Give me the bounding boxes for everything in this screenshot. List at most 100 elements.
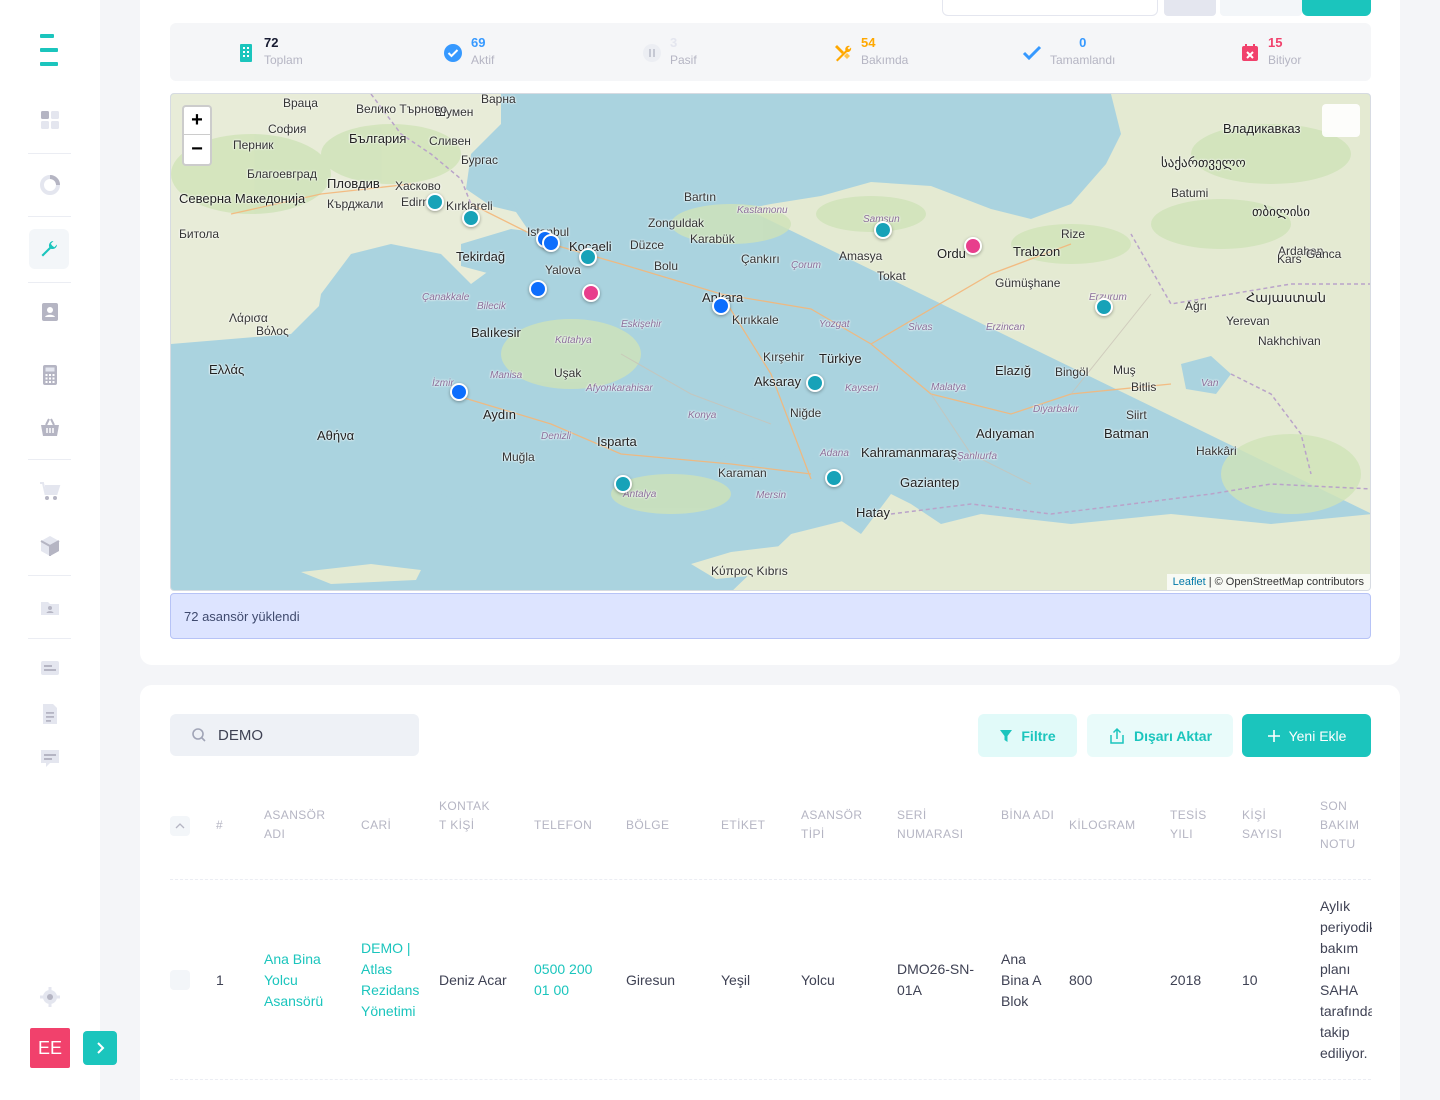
map-label: Перник [233, 138, 274, 152]
document-icon[interactable] [32, 696, 68, 732]
elevator-marker[interactable] [462, 209, 480, 227]
column-header[interactable]: TESİS YILI [1170, 806, 1225, 844]
building-icon [240, 44, 252, 62]
cell-region: Giresun [626, 971, 676, 988]
map-label: Rize [1061, 227, 1086, 241]
map-label: Afyonkarahisar [586, 383, 653, 394]
top-action-button[interactable] [1302, 0, 1371, 16]
search-box[interactable]: DEMO [170, 714, 419, 756]
map-label: Konya [688, 410, 717, 421]
export-button[interactable]: Dışarı Aktar [1087, 714, 1233, 757]
filter-button[interactable]: Filtre [978, 714, 1077, 757]
basket-icon[interactable] [32, 410, 68, 446]
sidebar-toggle-button[interactable] [83, 1031, 117, 1065]
cell-phone[interactable]: 0500 200 01 00 [534, 959, 604, 1001]
map-label: Kahramanmaraş [861, 445, 958, 460]
cell-name[interactable]: Ana Bina Yolcu Asansörü [264, 949, 334, 1012]
top-option-button[interactable] [1220, 0, 1302, 16]
elevator-marker[interactable] [579, 248, 597, 266]
map-label: Кърджали [327, 197, 384, 211]
comment-icon[interactable] [32, 740, 68, 776]
map-label: Elazığ [995, 363, 1032, 378]
add-new-button[interactable]: Yeni Ekle [1242, 714, 1371, 757]
stat-maintenance[interactable]: 54 Bakımda [833, 35, 908, 69]
column-header[interactable]: KİLOGRAM [1069, 816, 1149, 835]
column-header[interactable]: # [216, 816, 246, 835]
add-new-label: Yeni Ekle [1288, 727, 1347, 744]
stat-completed[interactable]: 0 Tamamlandı [1022, 35, 1115, 69]
map-label: Kayseri [845, 383, 879, 394]
folder-user-icon[interactable] [32, 590, 68, 626]
stat-expiring-value: 15 [1268, 35, 1283, 50]
calculator-icon[interactable] [32, 357, 68, 393]
elevator-marker[interactable] [426, 193, 444, 211]
elevator-marker[interactable] [542, 234, 560, 252]
message-icon[interactable] [32, 651, 68, 687]
stat-expiring[interactable]: 15 Bitiyor [1240, 35, 1301, 69]
top-view-button[interactable] [1164, 0, 1216, 16]
cell-contact: Deniz Acar [439, 971, 507, 988]
elevator-marker[interactable] [450, 383, 468, 401]
gear-icon[interactable] [32, 979, 68, 1015]
stat-total[interactable]: 72 Toplam [236, 35, 303, 69]
elevator-marker[interactable] [529, 280, 547, 298]
map-label: Muğla [502, 450, 535, 464]
row-checkbox[interactable] [170, 970, 190, 990]
column-header[interactable]: SON BAKIM NOTU [1320, 797, 1375, 854]
column-header[interactable]: ASANSÖR TİPİ [801, 806, 881, 844]
search-input[interactable]: DEMO [218, 727, 263, 744]
column-header[interactable]: TELEFON [534, 816, 604, 835]
zoom-out-button[interactable]: − [184, 135, 210, 163]
elevator-marker[interactable] [712, 297, 730, 315]
column-header[interactable]: ASANSÖR ADI [264, 806, 344, 844]
top-select[interactable] [942, 0, 1158, 16]
elevator-marker[interactable] [874, 221, 892, 239]
column-header[interactable]: CARİ [361, 816, 421, 835]
column-header[interactable]: BİNA ADI [1001, 806, 1056, 825]
stat-active[interactable]: 69 Aktif [443, 35, 494, 69]
leaflet-link[interactable]: Leaflet [1173, 576, 1206, 588]
map-label: Hatay [856, 505, 890, 520]
box-icon[interactable] [32, 528, 68, 564]
cell-no: 1 [216, 971, 224, 988]
elevator-marker[interactable] [806, 374, 824, 392]
zoom-in-button[interactable]: + [184, 107, 210, 135]
column-header[interactable]: SERİ NUMARASI [897, 806, 987, 844]
app-logo[interactable] [40, 34, 58, 66]
elevator-marker[interactable] [582, 284, 600, 302]
contact-card-icon[interactable] [32, 294, 68, 330]
zoom-control: + − [182, 105, 212, 166]
elevator-marker[interactable] [964, 237, 982, 255]
stat-passive[interactable]: 3 Pasif [642, 35, 697, 69]
chart-donut-icon[interactable] [32, 167, 68, 203]
stats-bar: 72 Toplam 69 Aktif 3 Pasif 54 Bakımda 0 Tamam… [170, 23, 1371, 81]
dashboard-icon[interactable] [32, 102, 68, 138]
map-card: 72 Toplam 69 Aktif 3 Pasif 54 Bakımda 0 Tamam… [140, 0, 1400, 665]
column-header[interactable]: ETİKET [721, 816, 791, 835]
stat-total-label: Toplam [264, 53, 303, 67]
map-label: Türkiye [819, 351, 862, 366]
map-label: Manisa [490, 370, 523, 381]
elevator-map[interactable]: Варна Шумен Велико Търново Враца София Българ… [170, 93, 1371, 591]
map-label: Aksaray [754, 374, 801, 389]
map-label: Варна [481, 93, 516, 106]
wrench-icon[interactable] [29, 229, 69, 269]
column-header[interactable]: BÖLGE [626, 816, 696, 835]
elevator-marker[interactable] [1095, 298, 1113, 316]
stat-completed-value: 0 [1079, 35, 1087, 50]
cell-cari[interactable]: DEMO | Atlas Rezidans Yönetimi [361, 938, 426, 1022]
map-label: България [349, 131, 407, 146]
elevator-marker[interactable] [614, 475, 632, 493]
column-header[interactable]: KİŞİ SAYISI [1242, 806, 1302, 844]
map-layer-control[interactable] [1322, 104, 1360, 137]
user-avatar[interactable]: EE [30, 1028, 70, 1068]
select-all-checkbox[interactable] [170, 816, 190, 836]
map-label: Çorum [791, 260, 822, 271]
cart-icon[interactable] [32, 473, 68, 509]
elevator-marker[interactable] [825, 469, 843, 487]
column-header[interactable]: KONTAK T KİŞİ [439, 797, 499, 835]
map-label: Bartın [684, 190, 717, 204]
map-label: Kütahya [555, 335, 592, 346]
map-label: Gümüşhane [995, 276, 1061, 290]
map-label: София [268, 122, 307, 136]
